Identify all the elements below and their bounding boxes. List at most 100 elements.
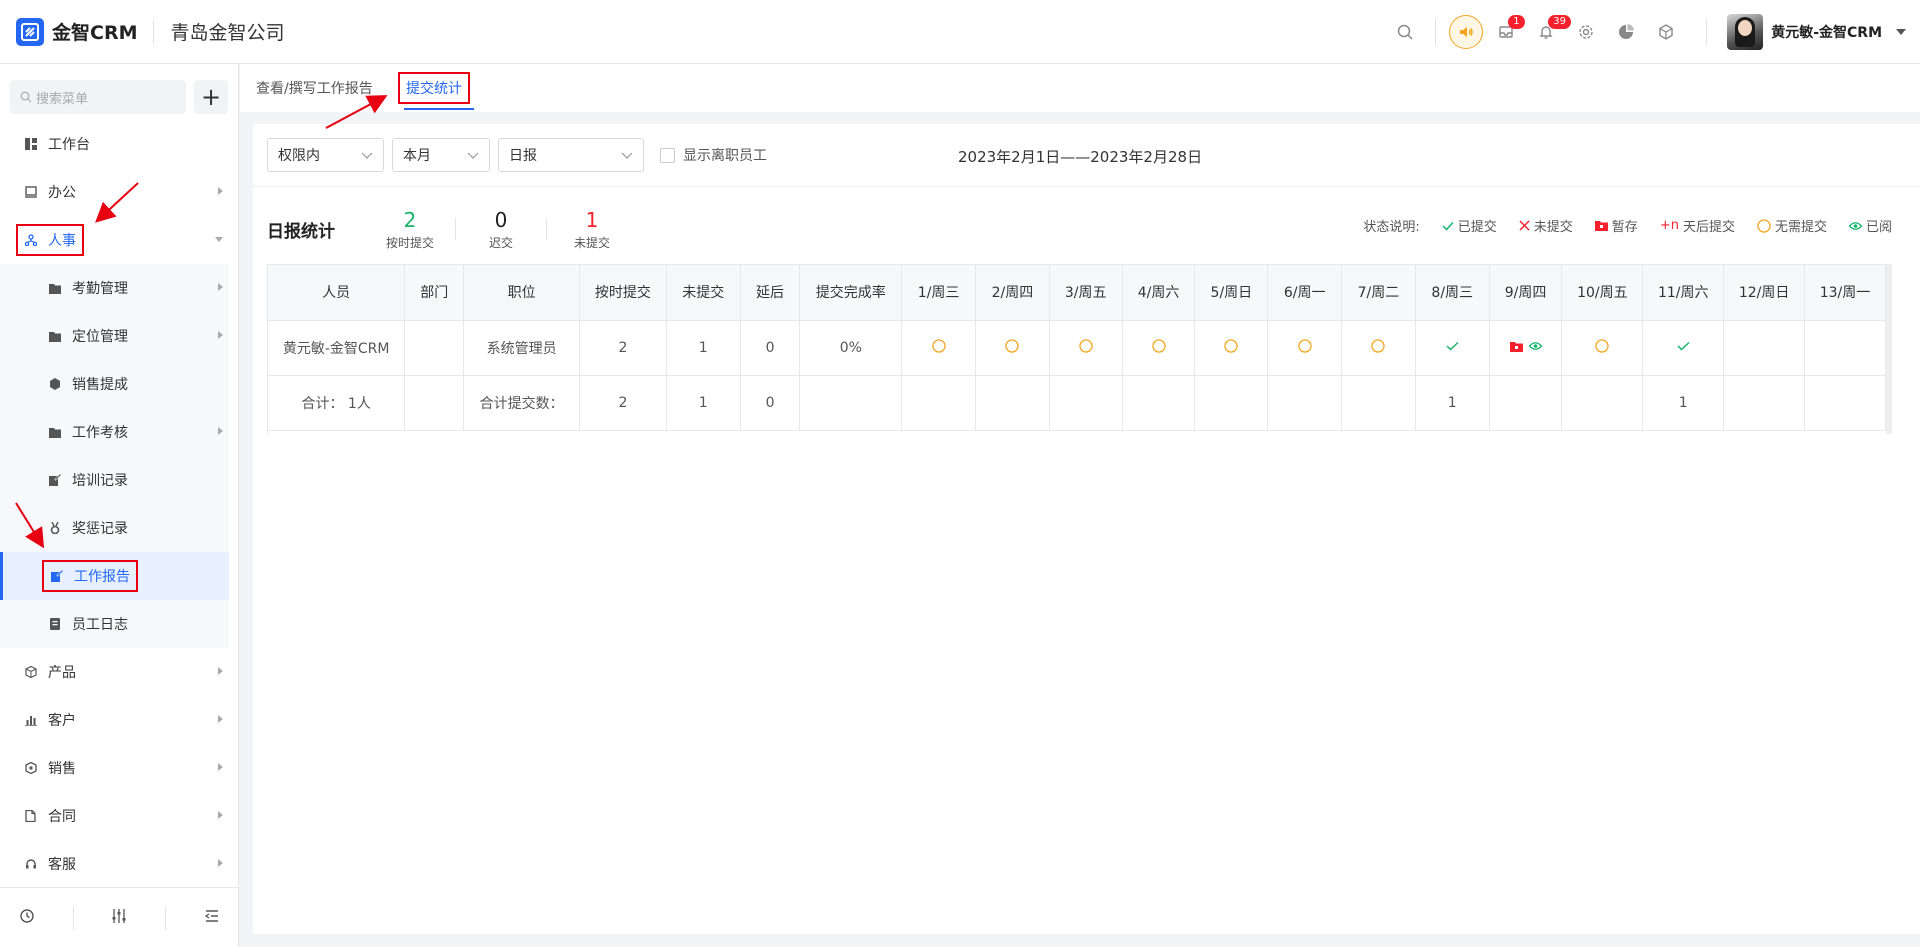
side-menu: 工作台 办公 人事 考勤管理 定位管理 销售提成 工作考核 培训记录 奖惩记录 … — [0, 120, 229, 888]
menu-search-input[interactable]: 搜索菜单 — [10, 80, 186, 114]
day-cell[interactable] — [975, 320, 1050, 376]
chevron-right-icon — [218, 763, 223, 771]
day-cell[interactable] — [1642, 320, 1725, 376]
cell-empty — [1194, 375, 1269, 431]
sliders-icon[interactable] — [111, 908, 127, 928]
circle-icon — [1757, 218, 1771, 233]
circle-icon — [1151, 338, 1166, 353]
col-header: 9/周四 — [1489, 265, 1563, 321]
chevron-right-icon — [218, 283, 223, 291]
notification-button[interactable]: 39 — [1526, 12, 1571, 52]
col-header: 11/周六 — [1642, 265, 1725, 321]
cell-total-on-time: 2 — [579, 375, 667, 431]
day-cell[interactable] — [1723, 320, 1806, 376]
sidebar-item-label: 定位管理 — [72, 329, 128, 345]
sidebar-item-location[interactable]: 定位管理 — [0, 312, 229, 360]
chevron-down-icon[interactable] — [1896, 29, 1906, 35]
sidebar-item-assessment[interactable]: 工作考核 — [0, 408, 229, 456]
sidebar-item-office[interactable]: 办公 — [0, 168, 229, 216]
history-icon[interactable] — [19, 908, 35, 928]
hr-submenu: 考勤管理 定位管理 销售提成 工作考核 培训记录 奖惩记录 工作报告 员工日志 — [0, 264, 229, 648]
col-header: 人员 — [268, 265, 406, 321]
day-cell[interactable] — [1267, 320, 1343, 376]
app-logo[interactable]: 金智CRM — [16, 17, 138, 46]
period-select[interactable]: 本月 — [392, 138, 490, 172]
sidebar-item-work-report[interactable]: 工作报告 — [0, 552, 229, 600]
day-cell[interactable] — [1804, 320, 1886, 376]
check-icon — [1446, 341, 1459, 351]
sidebar-item-label: 员工日志 — [72, 617, 128, 633]
folder-icon — [48, 281, 62, 295]
chevron-right-icon — [218, 715, 223, 723]
col-header: 10/周五 — [1561, 265, 1644, 321]
headset-icon — [24, 857, 38, 871]
cell-on-time: 2 — [579, 320, 667, 376]
report-type-value: 日报 — [509, 148, 537, 164]
sidebar-item-rewards[interactable]: 奖惩记录 — [0, 504, 229, 552]
sidebar-item-label: 工作报告 — [74, 569, 130, 585]
sidebar-item-commission[interactable]: 销售提成 — [0, 360, 229, 408]
sidebar-item-product[interactable]: 产品 — [0, 648, 229, 696]
company-name: 青岛金智公司 — [170, 22, 285, 44]
legend-submitted: 已提交 — [1442, 216, 1497, 235]
day-cell[interactable] — [1122, 320, 1196, 376]
avatar[interactable] — [1727, 14, 1764, 50]
sidebar-item-workbench[interactable]: 工作台 — [0, 120, 229, 168]
sidebar-item-sales[interactable]: 销售 — [0, 744, 229, 792]
user-name[interactable]: 黄元敏-金智CRM — [1771, 22, 1882, 42]
legend-not-required: 无需提交 — [1757, 216, 1827, 235]
col-header: 3/周五 — [1049, 265, 1123, 321]
col-header: 6/周一 — [1267, 265, 1343, 321]
sidebar-item-service[interactable]: 客服 — [0, 840, 229, 888]
pie-chart-icon[interactable] — [1606, 12, 1646, 52]
legend-late: +n 天后提交 — [1659, 218, 1735, 235]
day-cell[interactable] — [1489, 320, 1563, 376]
sidebar-item-contract[interactable]: 合同 — [0, 792, 229, 840]
day-cell[interactable] — [1341, 320, 1416, 376]
legend-draft: 暂存 — [1594, 216, 1638, 235]
circle-icon — [1079, 338, 1093, 353]
sidebar-item-label: 工作考核 — [72, 425, 128, 441]
day-cell[interactable] — [901, 320, 976, 376]
col-header: 未提交 — [666, 265, 741, 321]
announcement-button[interactable] — [1446, 12, 1486, 52]
sidebar-item-hr[interactable]: 人事 — [0, 216, 229, 264]
table-row[interactable]: 黄元敏-金智CRM 系统管理员 2 1 0 0% — [268, 320, 1886, 376]
stats-table-wrapper[interactable]: 人员 部门 职位 按时提交 未提交 延后 提交完成率 1/周三 2/周四 3/周… — [267, 264, 1892, 434]
search-icon[interactable] — [1385, 12, 1425, 52]
stat-value: 1 — [585, 207, 599, 232]
day-cell[interactable] — [1194, 320, 1269, 376]
day-cell[interactable] — [1415, 320, 1490, 376]
cell-empty — [1804, 375, 1886, 431]
collapse-menu-icon[interactable] — [204, 908, 220, 928]
day-cell[interactable] — [1049, 320, 1123, 376]
table-header-row: 人员 部门 职位 按时提交 未提交 延后 提交完成率 1/周三 2/周四 3/周… — [268, 265, 1886, 321]
header-divider — [153, 20, 155, 43]
report-type-select[interactable]: 日报 — [498, 138, 644, 172]
sidebar-item-staff-log[interactable]: 员工日志 — [0, 600, 229, 648]
sidebar-item-attendance[interactable]: 考勤管理 — [0, 264, 229, 312]
tab-view-write-report[interactable]: 查看/撰写工作报告 — [256, 64, 373, 112]
cell-dept — [404, 320, 465, 376]
tab-submission-stats[interactable]: 提交统计 — [398, 64, 470, 112]
add-menu-button[interactable]: + — [194, 80, 228, 114]
edit-icon — [48, 473, 62, 487]
message-button[interactable]: 1 — [1486, 12, 1526, 52]
day-cell[interactable] — [1561, 320, 1644, 376]
sidebar-item-training[interactable]: 培训记录 — [0, 456, 229, 504]
draft-folder-icon — [1509, 341, 1523, 352]
dashboard-icon — [24, 137, 38, 151]
checkbox-box[interactable] — [660, 147, 675, 163]
check-icon — [1442, 221, 1454, 231]
scope-value: 权限内 — [278, 148, 320, 164]
logo-text: 金智CRM — [52, 22, 138, 44]
sidebar-item-label: 考勤管理 — [72, 281, 128, 297]
cube-icon[interactable] — [1646, 12, 1686, 52]
stats-summary: 日报统计 2 按时提交 0 迟交 1 未提交 — [267, 204, 637, 254]
page-tabs: 查看/撰写工作报告 提交统计 — [240, 64, 1920, 112]
show-resigned-checkbox[interactable]: 显示离职员工 — [660, 145, 767, 165]
stats-card: 权限内 本月 日报 显示离职员工 2023年2月1日——2023年2月28日 日… — [253, 124, 1920, 934]
scope-select[interactable]: 权限内 — [267, 138, 384, 172]
sidebar-item-customer[interactable]: 客户 — [0, 696, 229, 744]
gear-icon[interactable] — [1566, 12, 1606, 52]
